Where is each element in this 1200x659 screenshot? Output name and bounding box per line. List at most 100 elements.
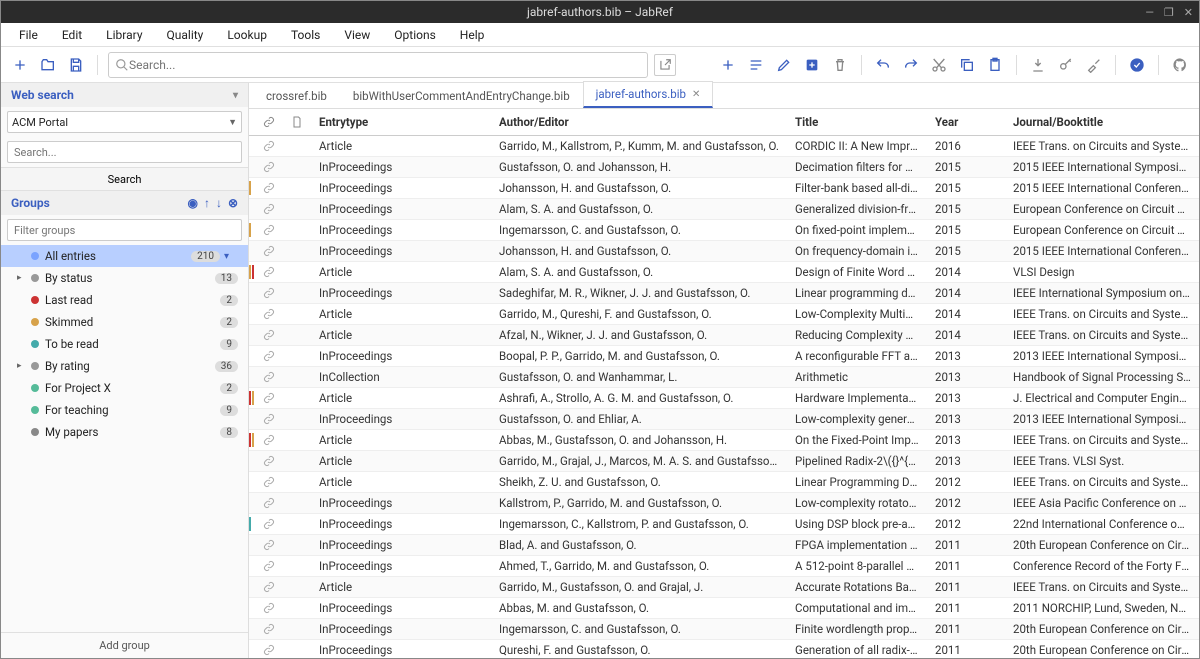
table-row[interactable]: InProceedingsBoopal, P. P., Garrido, M. … bbox=[249, 346, 1199, 367]
menu-item-view[interactable]: View bbox=[332, 25, 382, 45]
menu-item-tools[interactable]: Tools bbox=[279, 25, 332, 45]
global-search-input[interactable] bbox=[129, 58, 641, 72]
global-search-box[interactable] bbox=[108, 52, 648, 78]
table-row[interactable]: InProceedingsQureshi, F. and Gustafsson,… bbox=[249, 640, 1199, 659]
cut-icon[interactable] bbox=[928, 54, 950, 76]
link-icon[interactable] bbox=[255, 367, 283, 388]
link-icon[interactable] bbox=[255, 577, 283, 598]
table-row[interactable]: ArticleGarrido, M., Qureshi, F. and Gust… bbox=[249, 304, 1199, 325]
link-icon[interactable] bbox=[255, 598, 283, 619]
menu-item-quality[interactable]: Quality bbox=[155, 25, 216, 45]
sidebar-item-to-be-read[interactable]: To be read9 bbox=[1, 333, 248, 355]
link-icon[interactable] bbox=[255, 430, 283, 451]
sidebar-item-last-read[interactable]: Last read2 bbox=[1, 289, 248, 311]
table-row[interactable]: InProceedingsIngemarsson, C. and Gustafs… bbox=[249, 619, 1199, 640]
link-icon[interactable] bbox=[255, 451, 283, 472]
tab-crossref-bib[interactable]: crossref.bib bbox=[253, 83, 340, 108]
link-icon[interactable] bbox=[255, 220, 283, 241]
github-icon[interactable] bbox=[1169, 54, 1191, 76]
link-icon[interactable] bbox=[255, 178, 283, 199]
menu-item-help[interactable]: Help bbox=[448, 25, 497, 45]
link-icon[interactable] bbox=[255, 640, 283, 659]
new-library-icon[interactable] bbox=[9, 54, 31, 76]
arrow-up-icon[interactable]: ↑ bbox=[204, 196, 210, 210]
new-entry-icon[interactable] bbox=[717, 54, 739, 76]
col-title[interactable]: Title bbox=[787, 109, 927, 136]
open-external-icon[interactable] bbox=[654, 54, 676, 76]
table-row[interactable]: InProceedingsJohansson, H. and Gustafsso… bbox=[249, 241, 1199, 262]
link-icon[interactable] bbox=[255, 472, 283, 493]
col-linked-icon[interactable] bbox=[255, 109, 283, 136]
generate-key-icon[interactable] bbox=[1055, 54, 1077, 76]
chevron-down-icon[interactable]: ▾ bbox=[224, 251, 238, 262]
paste-icon[interactable] bbox=[984, 54, 1006, 76]
websearch-button[interactable]: Search bbox=[1, 167, 248, 191]
redo-icon[interactable] bbox=[900, 54, 922, 76]
chevron-down-icon[interactable]: ▾ bbox=[233, 90, 238, 101]
table-row[interactable]: ArticleGarrido, M., Gustafsson, O. and G… bbox=[249, 577, 1199, 598]
save-library-icon[interactable] bbox=[65, 54, 87, 76]
link-icon[interactable] bbox=[255, 283, 283, 304]
link-icon[interactable] bbox=[255, 262, 283, 283]
tab-jabref-authors-bib[interactable]: jabref-authors.bib✕ bbox=[583, 81, 714, 108]
link-icon[interactable] bbox=[255, 199, 283, 220]
table-row[interactable]: InProceedingsBlad, A. and Gustafsson, O.… bbox=[249, 535, 1199, 556]
copy-icon[interactable] bbox=[956, 54, 978, 76]
websearch-source-dropdown[interactable]: ACM Portal ▼ bbox=[7, 111, 242, 133]
close-icon[interactable]: ✕ bbox=[1184, 6, 1193, 19]
menu-item-library[interactable]: Library bbox=[94, 25, 154, 45]
open-library-icon[interactable] bbox=[37, 54, 59, 76]
edit-entry-icon[interactable] bbox=[773, 54, 795, 76]
sidebar-item-skimmed[interactable]: Skimmed2 bbox=[1, 311, 248, 333]
table-row[interactable]: ArticleAbbas, M., Gustafsson, O. and Joh… bbox=[249, 430, 1199, 451]
tab-close-icon[interactable]: ✕ bbox=[692, 89, 700, 100]
table-row[interactable]: InProceedingsGustafsson, O. and Ehliar, … bbox=[249, 409, 1199, 430]
table-row[interactable]: InProceedingsIngemarsson, C. and Gustafs… bbox=[249, 220, 1199, 241]
link-icon[interactable] bbox=[255, 136, 283, 157]
col-year[interactable]: Year bbox=[927, 109, 1005, 136]
add-group-button[interactable]: Add group bbox=[1, 632, 248, 658]
sidebar-item-by-status[interactable]: ▸By status13 bbox=[1, 267, 248, 289]
tab-bibWithUserCommentAndEntryChange-bib[interactable]: bibWithUserCommentAndEntryChange.bib bbox=[340, 83, 583, 108]
table-row[interactable]: InProceedingsAlam, S. A. and Gustafsson,… bbox=[249, 199, 1199, 220]
sidebar-item-for-project-x[interactable]: For Project X2 bbox=[1, 377, 248, 399]
col-journal[interactable]: Journal/Booktitle bbox=[1005, 109, 1199, 136]
table-row[interactable]: ArticleGarrido, M., Grajal, J., Marcos, … bbox=[249, 451, 1199, 472]
link-icon[interactable] bbox=[255, 346, 283, 367]
table-row[interactable]: InProceedingsAbbas, M. and Gustafsson, O… bbox=[249, 598, 1199, 619]
menu-item-file[interactable]: File bbox=[7, 25, 50, 45]
new-from-id-icon[interactable] bbox=[801, 54, 823, 76]
undo-icon[interactable] bbox=[872, 54, 894, 76]
sidebar-item-by-rating[interactable]: ▸By rating36 bbox=[1, 355, 248, 377]
link-icon[interactable] bbox=[255, 409, 283, 430]
table-row[interactable]: ArticleAlam, S. A. and Gustafsson, O.Des… bbox=[249, 262, 1199, 283]
table-row[interactable]: ArticleAshrafi, A., Strollo, A. G. M. an… bbox=[249, 388, 1199, 409]
table-row[interactable]: InProceedingsIngemarsson, C., Kallstrom,… bbox=[249, 514, 1199, 535]
sidebar-item-my-papers[interactable]: My papers8 bbox=[1, 421, 248, 443]
close-groups-icon[interactable]: ⊗ bbox=[228, 196, 238, 210]
new-article-icon[interactable] bbox=[745, 54, 767, 76]
table-row[interactable]: InProceedingsGustafsson, O. and Johansso… bbox=[249, 157, 1199, 178]
websearch-query-input[interactable] bbox=[7, 141, 242, 163]
link-icon[interactable] bbox=[255, 556, 283, 577]
table-row[interactable]: InProceedingsKallstrom, P., Garrido, M. … bbox=[249, 493, 1199, 514]
link-icon[interactable] bbox=[255, 304, 283, 325]
link-icon[interactable] bbox=[255, 157, 283, 178]
link-icon[interactable] bbox=[255, 514, 283, 535]
push-external-icon[interactable] bbox=[1027, 54, 1049, 76]
link-icon[interactable] bbox=[255, 241, 283, 262]
table-row[interactable]: InProceedingsSadeghifar, M. R., Wikner, … bbox=[249, 283, 1199, 304]
table-row[interactable]: ArticleGarrido, M., Kallstrom, P., Kumm,… bbox=[249, 136, 1199, 157]
col-entrytype[interactable]: Entrytype bbox=[311, 109, 491, 136]
link-icon[interactable] bbox=[255, 619, 283, 640]
link-icon[interactable] bbox=[255, 388, 283, 409]
link-icon[interactable] bbox=[255, 325, 283, 346]
table-row[interactable]: InCollectionGustafsson, O. and Wanhammar… bbox=[249, 367, 1199, 388]
table-row[interactable]: InProceedingsJohansson, H. and Gustafsso… bbox=[249, 178, 1199, 199]
sidebar-item-all-entries[interactable]: All entries210▾ bbox=[1, 245, 248, 267]
menu-item-options[interactable]: Options bbox=[382, 25, 448, 45]
table-row[interactable]: InProceedingsAhmed, T., Garrido, M. and … bbox=[249, 556, 1199, 577]
cleanup-icon[interactable] bbox=[1083, 54, 1105, 76]
col-author[interactable]: Author/Editor bbox=[491, 109, 787, 136]
check-integrity-icon[interactable] bbox=[1126, 54, 1148, 76]
